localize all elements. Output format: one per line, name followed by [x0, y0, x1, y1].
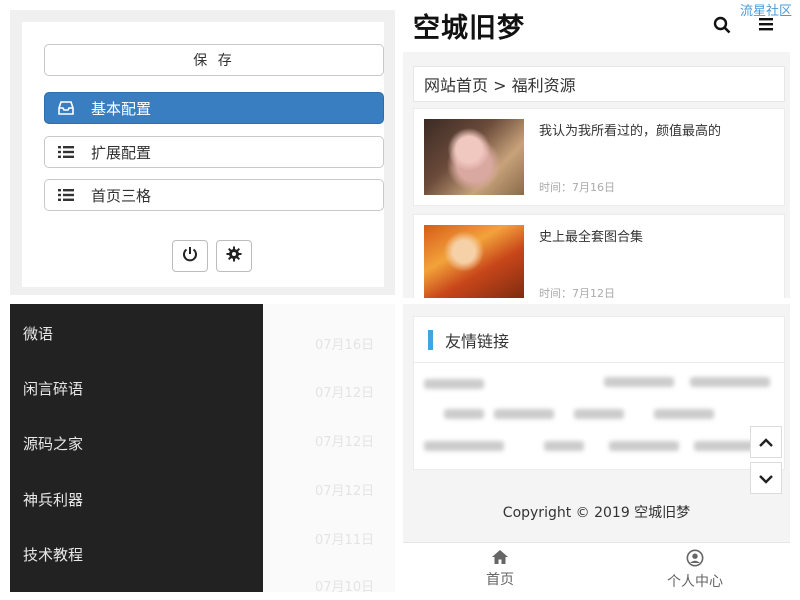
menu-extend-config[interactable]: 扩展配置 — [44, 136, 384, 168]
save-button[interactable]: 保 存 — [44, 44, 384, 76]
list-icon — [55, 145, 77, 159]
side-menu-item[interactable]: 闲言碎语 — [23, 378, 83, 399]
gear-icon — [226, 246, 242, 266]
ghost-date: 07月12日 — [315, 386, 375, 401]
blurred-link[interactable] — [654, 409, 714, 419]
side-menu-item[interactable]: 技术教程 — [23, 544, 83, 565]
menu-home-three-grid[interactable]: 首页三格 — [44, 179, 384, 211]
ghost-date: 07月12日 — [315, 484, 375, 499]
friend-links-title: 友情链接 — [414, 317, 784, 363]
list-icon — [55, 188, 77, 202]
post-title[interactable]: 我认为我所看过的，颜值最高的 — [539, 120, 721, 139]
blurred-link[interactable] — [444, 409, 484, 419]
chevron-down-icon — [759, 469, 773, 488]
menu-label: 基本配置 — [91, 99, 152, 118]
tab-home[interactable]: 首页 — [475, 549, 525, 589]
friend-links-label: 友情链接 — [445, 331, 510, 351]
blurred-link[interactable] — [604, 377, 674, 387]
site-header: 空城旧梦 — [403, 0, 790, 52]
settings-card: 保 存 基本配置 扩展配置 首页三格 — [22, 22, 384, 287]
chevron-up-icon — [759, 433, 773, 452]
post-thumbnail[interactable] — [424, 225, 524, 298]
mobile-list-panel: 空城旧梦 网站首页 > 福利资源 我认为我所看过的，颜值最高的 时间：7月16日… — [403, 0, 790, 298]
tab-label: 首页 — [486, 572, 514, 588]
dark-side-menu: 微语 闲言碎语 源码之家 神兵利器 技术教程 — [10, 304, 263, 592]
title-accent-bar — [428, 329, 433, 350]
ghost-date: 07月12日 — [315, 435, 375, 450]
inbox-icon — [55, 101, 77, 115]
side-menu-item[interactable]: 源码之家 — [23, 433, 83, 454]
blurred-link[interactable] — [424, 379, 484, 389]
tab-profile[interactable]: 个人中心 — [655, 549, 735, 591]
blurred-link[interactable] — [424, 441, 504, 451]
ghost-date: 07月10日 — [315, 580, 375, 592]
search-icon[interactable] — [713, 16, 731, 38]
scroll-down-button[interactable] — [750, 462, 782, 494]
post-title[interactable]: 史上最全套图合集 — [539, 226, 643, 245]
post-date: 时间：7月12日 — [539, 287, 615, 298]
menu-icon[interactable] — [758, 16, 774, 36]
blurred-link[interactable] — [574, 409, 624, 419]
blurred-link[interactable] — [690, 377, 770, 387]
site-logo[interactable]: 空城旧梦 — [413, 6, 525, 45]
blurred-link[interactable] — [494, 409, 554, 419]
friend-links-card: 友情链接 — [413, 316, 785, 470]
breadcrumb[interactable]: 网站首页 > 福利资源 — [413, 66, 785, 102]
blurred-link[interactable] — [544, 441, 584, 451]
post-date: 时间：7月16日 — [539, 181, 615, 194]
power-icon — [182, 246, 198, 266]
blurred-link[interactable] — [694, 441, 754, 451]
copyright-text: Copyright © 2019 空城旧梦 — [502, 505, 691, 521]
save-button-label: 保 存 — [193, 53, 235, 69]
side-menu-panel: 07月16日 07月12日 07月12日 07月12日 07月11日 07月10… — [10, 304, 395, 592]
settings-panel: 保 存 基本配置 扩展配置 首页三格 — [10, 10, 395, 295]
post-item[interactable]: 我认为我所看过的，颜值最高的 时间：7月16日 — [413, 108, 785, 206]
menu-label: 扩展配置 — [91, 143, 152, 162]
post-item[interactable]: 史上最全套图合集 时间：7月12日 — [413, 214, 785, 298]
tab-label: 个人中心 — [667, 574, 723, 590]
ghost-date: 07月16日 — [315, 338, 375, 353]
scroll-up-button[interactable] — [750, 426, 782, 458]
links-footer-panel: 友情链接 Copyright © 2019 空城旧梦 首页 个人中心 — [403, 304, 790, 592]
home-icon — [475, 549, 525, 569]
menu-label: 首页三格 — [91, 186, 152, 205]
settings-button[interactable] — [216, 240, 252, 272]
side-menu-item[interactable]: 神兵利器 — [23, 489, 83, 510]
ghost-date: 07月11日 — [315, 533, 375, 548]
menu-basic-config[interactable]: 基本配置 — [44, 92, 384, 124]
bottom-tab-bar: 首页 个人中心 — [403, 542, 790, 592]
post-thumbnail[interactable] — [424, 119, 524, 195]
watermark: 流星社区 — [740, 4, 793, 19]
user-icon — [655, 549, 735, 571]
blurred-link[interactable] — [609, 441, 679, 451]
power-button[interactable] — [172, 240, 208, 272]
side-menu-item[interactable]: 微语 — [23, 323, 53, 344]
